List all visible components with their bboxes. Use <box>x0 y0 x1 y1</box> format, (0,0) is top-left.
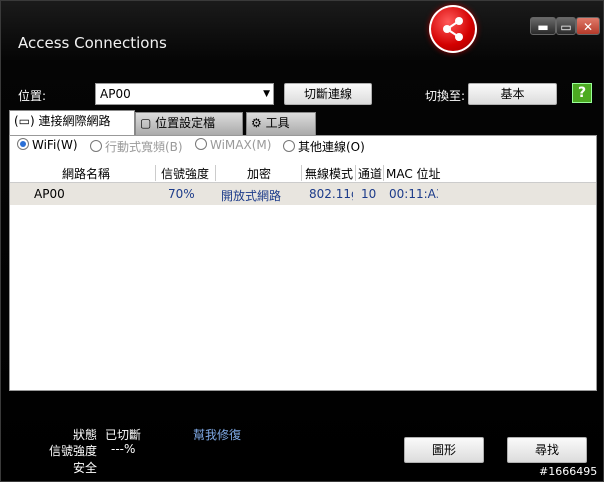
column-signal[interactable]: 信號強度 <box>161 165 209 182</box>
status-label: 狀態 <box>73 428 98 442</box>
column-divider <box>155 165 156 181</box>
column-network-name[interactable]: 網路名稱 <box>62 165 110 182</box>
column-channel[interactable]: 通道 <box>358 165 382 182</box>
cell-mac: 00:11:A3 <box>389 187 438 201</box>
radio-label: WiFi(W) <box>32 138 78 152</box>
column-divider <box>355 165 356 181</box>
tab-tools[interactable]: ⚙ 工具 <box>246 112 316 135</box>
graph-button[interactable]: 圖形 <box>404 437 484 463</box>
location-value: AP00 <box>100 87 131 101</box>
column-divider <box>383 165 384 181</box>
tab-label: 位置設定檔 <box>155 116 216 130</box>
signal-value: ---% <box>111 442 136 456</box>
radio-dot <box>90 140 102 152</box>
radio-mobile-broadband[interactable]: 行動式寬頻(B) <box>90 138 183 155</box>
radio-dot <box>283 140 295 152</box>
laptop-icon: (▭) <box>14 114 35 128</box>
column-mac[interactable]: MAC 位址 <box>386 165 441 182</box>
disconnect-button[interactable]: 切斷連線 <box>284 83 372 105</box>
help-me-fix-link[interactable]: 幫我修復 <box>193 426 241 443</box>
maximize-button[interactable]: ▭ <box>556 17 576 35</box>
cell-encryption: 開放式網路 <box>221 189 282 203</box>
location-label: 位置: <box>18 89 47 103</box>
image-id-label: #1666495 <box>539 465 598 478</box>
find-button[interactable]: 尋找 <box>507 437 587 463</box>
minimize-button[interactable]: ▬ <box>530 17 556 35</box>
signal-label: 信號強度 <box>49 444 98 458</box>
cell-signal: 70% <box>168 187 195 201</box>
app-title: Access Connections <box>18 34 167 52</box>
cell-network-name: AP00 <box>34 187 65 201</box>
cell-wireless-mode: 802.11g <box>309 187 353 201</box>
status-value: 已切斷 <box>105 428 142 442</box>
radio-label: 行動式寬頻(B) <box>105 140 183 154</box>
column-encryption[interactable]: 加密 <box>247 165 271 182</box>
radio-wifi[interactable]: WiFi(W) <box>17 138 78 152</box>
radio-label: 其他連線(O) <box>298 140 365 154</box>
share-icon <box>443 17 463 41</box>
radio-dot <box>195 138 207 150</box>
radio-wimax[interactable]: WiMAX(M) <box>195 138 271 152</box>
access-connections-logo <box>429 5 477 53</box>
chevron-down-icon: ▼ <box>263 89 270 99</box>
help-icon[interactable]: ? <box>572 83 592 103</box>
network-table-header: 網路名稱 信號強度 加密 無線模式 通道 MAC 位址 <box>10 163 596 183</box>
radio-dot <box>17 138 29 150</box>
gear-icon: ⚙ <box>251 116 262 130</box>
switch-to-label: 切換至: <box>425 89 466 103</box>
tab-label: 連接網際網路 <box>38 114 111 128</box>
column-divider <box>215 165 216 181</box>
basic-mode-button[interactable]: 基本 <box>468 83 557 105</box>
column-divider <box>301 165 302 181</box>
cell-channel: 10 <box>361 187 377 201</box>
close-button[interactable]: ✕ <box>576 17 600 35</box>
tab-connect-internet[interactable]: (▭) 連接網際網路 <box>9 110 135 136</box>
radio-other[interactable]: 其他連線(O) <box>283 138 365 155</box>
table-row[interactable]: AP00 70% 開放式網路 802.11g 10 00:11:A3 <box>10 183 596 205</box>
app-window: Access Connections ▬ ▭ ✕ 位置: AP00 ▼ 切斷連線… <box>0 0 604 482</box>
folder-icon: ▢ <box>140 116 152 130</box>
tab-location-profiles[interactable]: ▢ 位置設定檔 <box>135 112 243 135</box>
location-select[interactable]: AP00 ▼ <box>95 83 274 105</box>
security-label: 安全 <box>73 461 98 475</box>
tab-label: 工具 <box>265 116 290 130</box>
radio-label: WiMAX(M) <box>210 138 272 152</box>
column-wireless-mode[interactable]: 無線模式 <box>305 165 353 182</box>
